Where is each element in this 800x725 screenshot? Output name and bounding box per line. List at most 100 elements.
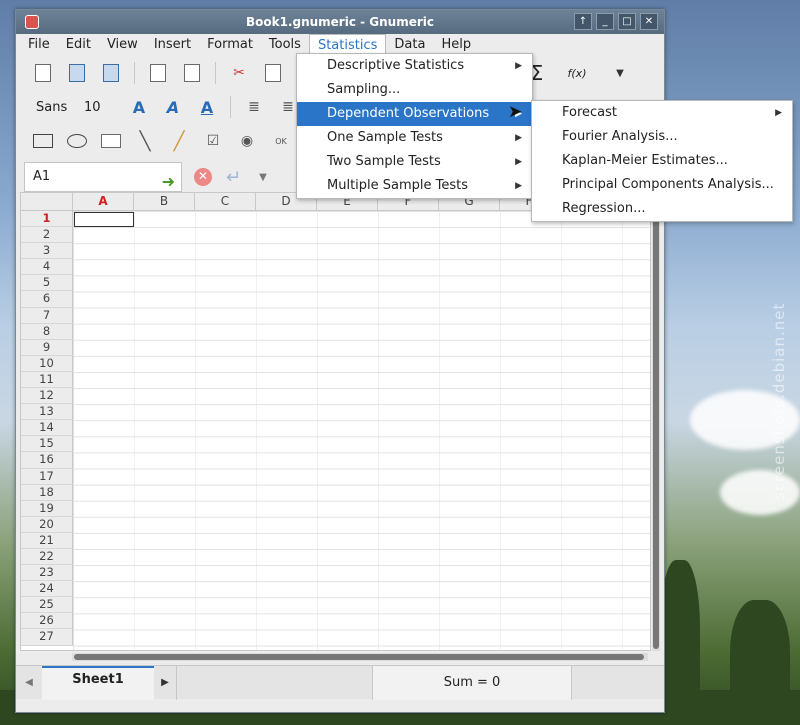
row-header[interactable]: 25 — [21, 597, 73, 614]
submenu-arrow-icon: ▶ — [515, 181, 522, 191]
row-header[interactable]: 11 — [21, 371, 73, 389]
print-icon[interactable] — [141, 60, 175, 86]
rectangle-icon[interactable] — [26, 128, 60, 154]
row-header[interactable]: 1 — [21, 211, 73, 228]
toolbar-overflow-icon[interactable]: ▼ — [600, 60, 640, 86]
menu-item-kaplan-meier[interactable]: Kaplan-Meier Estimates... — [532, 149, 792, 173]
row-header[interactable]: 14 — [21, 420, 73, 437]
menu-item-one-sample-tests[interactable]: One Sample Tests ▶ — [297, 126, 532, 150]
close-button[interactable]: ✕ — [640, 13, 658, 30]
new-icon[interactable] — [26, 60, 60, 86]
maximize-button[interactable]: □ — [618, 13, 636, 30]
function-dropdown-icon[interactable]: ▼ — [259, 172, 267, 183]
row-header[interactable]: 19 — [21, 500, 73, 517]
menu-file[interactable]: File — [20, 34, 58, 56]
cut-icon[interactable]: ✂ — [222, 60, 256, 86]
button-icon[interactable]: OK — [264, 128, 298, 154]
select-all-corner[interactable] — [21, 193, 73, 211]
menu-item-dependent-observations[interactable]: Dependent Observations ▶ — [297, 102, 532, 126]
column-header[interactable]: C — [195, 193, 256, 211]
row-header[interactable]: 16 — [21, 452, 73, 469]
row-header[interactable]: 6 — [21, 291, 73, 308]
row-header[interactable]: 13 — [21, 404, 73, 421]
title-bar[interactable]: Book1.gnumeric - Gnumeric ↑ _ □ ✕ — [16, 10, 664, 34]
row-header[interactable]: 26 — [21, 613, 73, 630]
row-header[interactable]: 4 — [21, 259, 73, 276]
row-header[interactable]: 17 — [21, 468, 73, 485]
menu-item-descriptive-statistics[interactable]: Descriptive Statistics ▶ — [297, 54, 532, 78]
row-header[interactable]: 21 — [21, 532, 73, 549]
window-title: Book1.gnumeric - Gnumeric — [245, 15, 435, 29]
row-header[interactable]: 5 — [21, 275, 73, 292]
function-wizard-icon[interactable]: f(x) — [554, 60, 600, 86]
tab-scroll-left-icon[interactable]: ◀ — [16, 677, 42, 688]
font-name[interactable]: Sans — [36, 100, 84, 115]
horizontal-scrollbar[interactable] — [72, 653, 648, 661]
submenu-arrow-icon: ▶ — [515, 157, 522, 167]
row-header[interactable]: 15 — [21, 436, 73, 453]
vertical-scrollbar[interactable] — [652, 192, 660, 651]
row-header[interactable]: 23 — [21, 565, 73, 582]
name-box[interactable]: A1 ➜ — [24, 162, 182, 192]
menu-item-sampling[interactable]: Sampling... — [297, 78, 532, 102]
underline-icon[interactable]: A — [190, 98, 224, 117]
row-header[interactable]: 24 — [21, 581, 73, 598]
align-left-icon[interactable]: ≣ — [237, 94, 271, 120]
spreadsheet-grid[interactable]: A B C D E F G H I J 1 2 3 4 5 6 7 8 9 10… — [20, 192, 651, 651]
frame-icon[interactable] — [94, 128, 128, 154]
column-header[interactable]: A — [73, 193, 134, 211]
menu-format[interactable]: Format — [199, 34, 261, 56]
submenu-arrow-icon: ▶ — [515, 133, 522, 143]
ellipse-icon[interactable] — [60, 128, 94, 154]
line-icon[interactable]: ╲ — [128, 128, 162, 154]
column-header[interactable]: B — [134, 193, 195, 211]
row-header[interactable]: 3 — [21, 243, 73, 260]
menu-item-pca[interactable]: Principal Components Analysis... — [532, 173, 792, 197]
print-preview-icon[interactable] — [175, 60, 209, 86]
row-header[interactable]: 9 — [21, 339, 73, 356]
accept-entry-icon[interactable]: ↵ — [226, 167, 241, 188]
row-header[interactable]: 12 — [21, 388, 73, 405]
menu-item-regression[interactable]: Regression... — [532, 197, 792, 221]
copy-icon[interactable] — [256, 60, 290, 86]
scroll-thumb[interactable] — [74, 654, 644, 660]
tab-scroll-right-icon[interactable]: ▶ — [154, 677, 176, 688]
keep-above-button[interactable]: ↑ — [574, 13, 592, 30]
row-header[interactable]: 22 — [21, 548, 73, 566]
menu-item-forecast[interactable]: Forecast ▶ — [532, 101, 792, 125]
row-header[interactable]: 20 — [21, 516, 73, 533]
menu-insert[interactable]: Insert — [146, 34, 199, 56]
tab-sheet1[interactable]: Sheet1 — [42, 665, 154, 700]
scroll-thumb[interactable] — [653, 194, 659, 649]
row-header[interactable]: 7 — [21, 307, 73, 324]
radio-icon[interactable]: ◉ — [230, 128, 264, 154]
italic-icon[interactable]: A — [156, 98, 190, 117]
mouse-pointer-icon: ➤ — [508, 102, 523, 122]
menu-item-multiple-sample-tests[interactable]: Multiple Sample Tests ▶ — [297, 174, 532, 198]
dependent-observations-submenu: Forecast ▶ Fourier Analysis... Kaplan-Mei… — [531, 100, 793, 222]
arrow-icon[interactable]: ╱ — [162, 128, 196, 154]
menu-item-two-sample-tests[interactable]: Two Sample Tests ▶ — [297, 150, 532, 174]
selected-cell-a1[interactable] — [74, 212, 134, 227]
bold-icon[interactable]: A — [122, 98, 156, 117]
row-header[interactable]: 18 — [21, 484, 73, 501]
watermark: screenshots.debian.net — [770, 302, 788, 500]
row-header[interactable]: 8 — [21, 323, 73, 340]
sheet-bar: ◀ Sheet1 ▶ Sum = 0 — [16, 665, 664, 700]
save-icon[interactable] — [94, 60, 128, 86]
menu-edit[interactable]: Edit — [58, 34, 99, 56]
row-header[interactable]: 10 — [21, 355, 73, 372]
submenu-arrow-icon: ▶ — [515, 61, 522, 71]
open-icon[interactable] — [60, 60, 94, 86]
name-box-value: A1 — [33, 169, 51, 184]
menu-item-fourier-analysis[interactable]: Fourier Analysis... — [532, 125, 792, 149]
minimize-button[interactable]: _ — [596, 13, 614, 30]
cancel-entry-icon[interactable]: ✕ — [194, 168, 212, 186]
font-size[interactable]: 10 — [84, 100, 122, 115]
row-header[interactable]: 2 — [21, 227, 73, 244]
checkbox-icon[interactable]: ☑ — [196, 128, 230, 154]
row-header[interactable]: 27 — [21, 629, 73, 646]
status-sum: Sum = 0 — [372, 665, 572, 700]
menu-view[interactable]: View — [99, 34, 146, 56]
cell-area[interactable] — [73, 211, 650, 650]
